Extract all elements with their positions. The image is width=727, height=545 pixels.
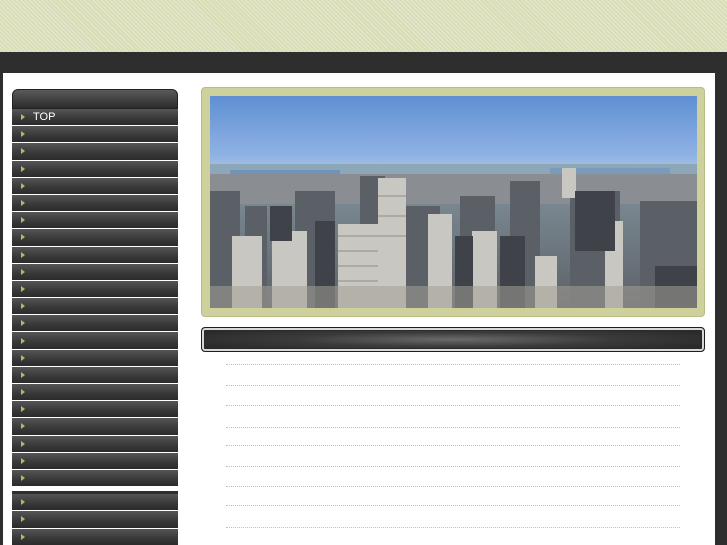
sidebar-group1-item-17[interactable] xyxy=(12,401,178,419)
dotted-divider xyxy=(226,445,680,446)
sidebar-group1-item-9[interactable] xyxy=(12,263,178,281)
sidebar-menu-group-1: TOP xyxy=(12,109,178,488)
bullet-arrow-icon xyxy=(21,200,25,207)
sidebar-group1-item-12[interactable] xyxy=(12,315,178,333)
header-banner xyxy=(0,0,727,52)
city-skyline-image xyxy=(210,96,697,308)
bullet-arrow-icon xyxy=(21,165,25,172)
sidebar-group1-item-20[interactable] xyxy=(12,452,178,470)
sidebar-group1-item-1[interactable] xyxy=(12,126,178,144)
bullet-arrow-icon xyxy=(21,268,25,275)
sidebar-group1-item-14[interactable] xyxy=(12,349,178,367)
dotted-divider xyxy=(226,385,680,386)
sidebar-header xyxy=(12,89,178,109)
bullet-arrow-icon xyxy=(21,354,25,361)
bullet-arrow-icon xyxy=(21,320,25,327)
dotted-divider xyxy=(226,364,680,365)
hero-frame xyxy=(201,87,705,317)
sidebar-group1-item-0[interactable]: TOP xyxy=(12,109,178,127)
dotted-divider xyxy=(226,527,680,528)
bullet-arrow-icon xyxy=(21,131,25,138)
sidebar-menu-group-2 xyxy=(12,494,178,545)
bullet-arrow-icon xyxy=(21,234,25,241)
bullet-arrow-icon xyxy=(21,148,25,155)
sidebar-group1-item-11[interactable] xyxy=(12,298,178,316)
sidebar-group1-item-18[interactable] xyxy=(12,418,178,436)
bullet-arrow-icon xyxy=(21,389,25,396)
dotted-divider xyxy=(226,505,680,506)
dotted-divider xyxy=(226,405,680,406)
bullet-arrow-icon xyxy=(21,457,25,464)
dotted-divider xyxy=(226,486,680,487)
sidebar-group2-item-0[interactable] xyxy=(12,494,178,512)
bullet-arrow-icon xyxy=(21,533,25,540)
dotted-divider xyxy=(226,466,680,467)
bullet-arrow-icon xyxy=(21,475,25,482)
sidebar-group1-item-3[interactable] xyxy=(12,160,178,178)
sidebar-group1-item-10[interactable] xyxy=(12,280,178,299)
sidebar: TOP xyxy=(12,89,178,545)
bullet-arrow-icon xyxy=(21,182,25,189)
bullet-arrow-icon xyxy=(21,371,25,378)
sidebar-group1-item-5[interactable] xyxy=(12,194,178,213)
bullet-arrow-icon xyxy=(21,217,25,224)
sidebar-group1-item-7[interactable] xyxy=(12,229,178,247)
bullet-arrow-icon xyxy=(21,303,25,310)
bullet-arrow-icon xyxy=(21,423,25,430)
bullet-arrow-icon xyxy=(21,251,25,258)
bullet-arrow-icon xyxy=(21,440,25,447)
page-left-border xyxy=(0,73,3,545)
sidebar-group2-item-2[interactable] xyxy=(12,528,178,545)
sidebar-group1-item-2[interactable] xyxy=(12,143,178,161)
bullet-arrow-icon xyxy=(21,285,25,292)
bullet-arrow-icon xyxy=(21,114,25,121)
sidebar-group1-item-16[interactable] xyxy=(12,384,178,402)
city-skyline-icon xyxy=(210,164,697,308)
sidebar-group1-item-8[interactable] xyxy=(12,246,178,264)
dotted-divider xyxy=(226,427,680,428)
bullet-arrow-icon xyxy=(21,516,25,523)
section-title-bar xyxy=(201,327,705,352)
bullet-arrow-icon xyxy=(21,406,25,413)
sidebar-group1-item-6[interactable] xyxy=(12,212,178,230)
sidebar-group1-item-4[interactable] xyxy=(12,177,178,195)
content-dotted-list xyxy=(226,364,680,528)
sidebar-group1-item-15[interactable] xyxy=(12,366,178,384)
header-navbar xyxy=(0,52,727,73)
page-right-border xyxy=(715,73,727,545)
sidebar-group2-item-1[interactable] xyxy=(12,511,178,529)
bullet-arrow-icon xyxy=(21,499,25,506)
menu-item-label: TOP xyxy=(33,110,56,123)
sidebar-group1-item-21[interactable] xyxy=(12,469,178,488)
bullet-arrow-icon xyxy=(21,337,25,344)
sidebar-group1-item-19[interactable] xyxy=(12,435,178,453)
sidebar-group1-item-13[interactable] xyxy=(12,332,178,350)
